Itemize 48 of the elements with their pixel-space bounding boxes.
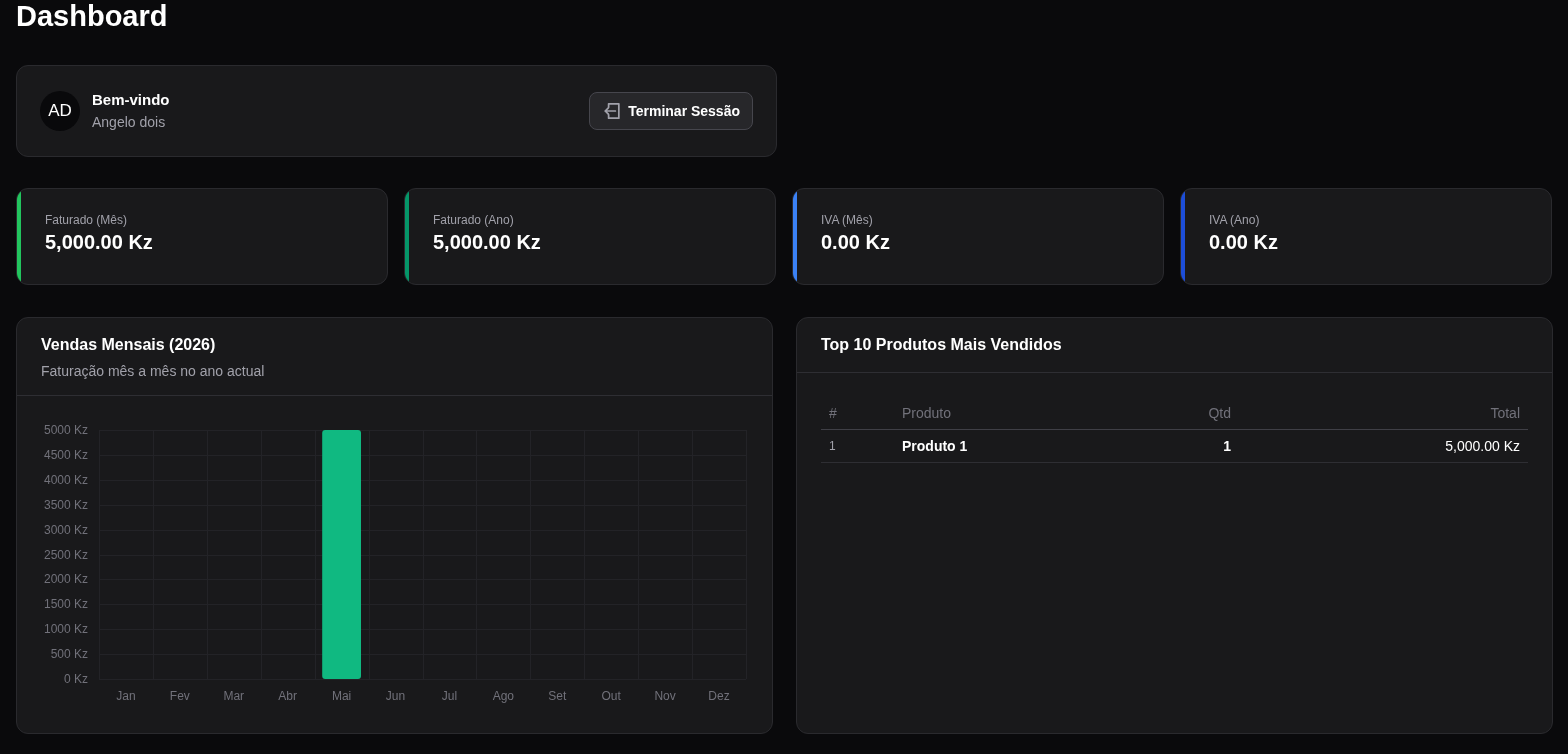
x-axis-label: Abr [278,689,298,703]
column-header: Produto [902,404,952,423]
x-axis-label: Set [548,689,567,703]
stat-value: 5,000.00 Kz [45,230,153,255]
y-axis-label: 1500 Kz [43,597,88,612]
table-cell-text: 1 [1223,437,1231,456]
card-title: Vendas Mensais (2026) [41,335,217,355]
column-header: # [829,404,837,423]
stat-value: 5,000.00 Kz [433,230,541,255]
y-axis-label: 0 Kz [64,672,88,686]
x-axis-label: Mar [223,689,245,703]
y-axis-label: 3500 Kz [43,497,88,512]
x-axis-label: Jan [116,689,136,703]
x-axis-label: Jul [441,689,458,703]
stat-label: Faturado (Mês) [45,212,129,228]
card-title: Top 10 Produtos Mais Vendidos [821,335,1063,355]
stat-value: 0.00 Kz [1209,230,1278,255]
stat-label: Faturado (Ano) [433,212,515,228]
x-axis-label: Nov [654,689,676,703]
y-axis-label: 1000 Kz [43,622,88,637]
x-axis-label: Fev [169,689,190,703]
page-title: Dashboard [16,0,168,31]
y-axis-label: 4500 Kz [43,447,88,462]
stat-label: IVA (Mês) [821,212,874,228]
y-axis-label: 500 Kz [50,647,88,662]
y-axis-label: 2500 Kz [43,547,88,562]
table-cell-text: 1 [829,438,836,455]
logout-icon [604,103,621,119]
avatar-initials: AD [40,91,80,131]
logout-button[interactable]: Terminar Sessão [589,92,753,130]
column-header: Total [1490,404,1520,423]
x-axis-label: Jun [385,689,406,703]
column-header: Qtd [1208,404,1231,423]
y-axis-label: 5000 Kz [43,423,88,437]
x-axis-label: Out [601,689,621,703]
y-axis-label: 2000 Kz [43,572,88,587]
stat-label: IVA (Ano) [1209,212,1261,228]
user-name: Angelo dois [92,113,167,132]
y-axis-label: 3000 Kz [43,522,88,537]
table-cell-text: Produto 1 [902,437,968,456]
x-axis-label: Dez [708,689,730,703]
table-cell-text: 5,000.00 Kz [1445,437,1520,456]
card-subtitle: Faturação mês a mês no ano actual [41,362,266,381]
x-axis-label: Mai [331,689,352,703]
y-axis-label: 4000 Kz [43,472,88,487]
stat-value: 0.00 Kz [821,230,890,255]
x-axis-label: Ago [492,689,515,703]
greeting-text: Bem-vindo [92,90,170,110]
